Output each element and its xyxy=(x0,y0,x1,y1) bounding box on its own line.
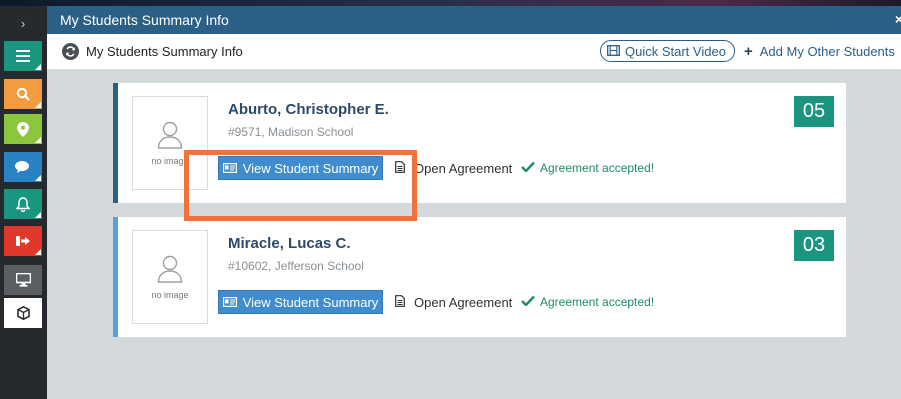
menu-icon xyxy=(16,50,30,62)
open-agreement-label: Open Agreement xyxy=(414,161,513,176)
search-icon xyxy=(16,87,30,101)
id-card-icon xyxy=(222,295,237,310)
student-name[interactable]: Aburto, Christopher E. xyxy=(228,101,389,118)
student-name[interactable]: Miracle, Lucas C. xyxy=(228,235,351,252)
student-details: #10602, Jefferson School xyxy=(228,259,364,273)
user-icon xyxy=(157,255,183,283)
window-title: My Students Summary Info xyxy=(60,12,229,28)
agreement-status-label: Agreement accepted! xyxy=(540,161,655,175)
open-agreement-link[interactable]: Open Agreement xyxy=(395,295,512,310)
agreement-status: Agreement accepted! xyxy=(521,161,654,175)
left-rail: › xyxy=(0,6,47,399)
bell-icon xyxy=(16,196,30,212)
student-details: #9571, Madison School xyxy=(228,125,354,139)
no-image-label: no image xyxy=(151,290,189,300)
highlight-box xyxy=(184,150,417,221)
cube-icon xyxy=(16,306,30,320)
refresh-icon[interactable] xyxy=(62,43,79,60)
rail-logout-button[interactable] xyxy=(4,226,42,256)
map-pin-icon xyxy=(17,121,29,137)
rail-menu-button[interactable] xyxy=(4,41,42,71)
rail-notifications-button[interactable] xyxy=(4,189,42,219)
student-photo-placeholder: no image xyxy=(132,230,208,324)
user-icon xyxy=(157,121,183,149)
agreement-status-label: Agreement accepted! xyxy=(540,295,655,309)
add-other-students-button[interactable]: + Add My Other Students xyxy=(744,42,895,60)
monitor-icon xyxy=(15,273,31,287)
quick-start-video-label: Quick Start Video xyxy=(625,43,726,59)
rail-expand-button[interactable]: › xyxy=(4,8,42,38)
open-agreement-label: Open Agreement xyxy=(414,295,513,310)
sign-out-icon xyxy=(16,235,30,247)
toolbar: My Students Summary Info Quick Start Vid… xyxy=(47,34,901,70)
grade-badge: 03 xyxy=(794,230,834,261)
student-card: no image Miracle, Lucas C. #10602, Jeffe… xyxy=(113,217,846,337)
plus-icon: + xyxy=(744,42,753,60)
add-other-students-label: Add My Other Students xyxy=(759,44,895,59)
chevron-right-icon: › xyxy=(20,15,26,31)
student-list: no image Aburto, Christopher E. #9571, M… xyxy=(47,70,901,399)
view-student-summary-button[interactable]: View Student Summary xyxy=(218,290,383,314)
close-button[interactable]: × xyxy=(895,11,901,27)
rail-monitor-button[interactable] xyxy=(4,265,42,295)
document-icon xyxy=(395,295,405,310)
rail-search-button[interactable] xyxy=(4,79,42,109)
window-titlebar: My Students Summary Info × xyxy=(47,6,901,34)
checkmark-icon xyxy=(521,295,535,309)
rail-chat-button[interactable] xyxy=(4,152,42,182)
checkmark-icon xyxy=(521,161,535,175)
grade-badge: 05 xyxy=(794,96,834,127)
view-student-summary-label: View Student Summary xyxy=(242,294,379,310)
film-icon xyxy=(607,44,620,59)
rail-location-button[interactable] xyxy=(4,114,42,144)
rail-package-button[interactable] xyxy=(4,298,42,328)
toolbar-title: My Students Summary Info xyxy=(86,44,243,59)
agreement-status: Agreement accepted! xyxy=(521,295,654,309)
chat-icon xyxy=(15,160,31,174)
quick-start-video-button[interactable]: Quick Start Video xyxy=(600,40,735,62)
